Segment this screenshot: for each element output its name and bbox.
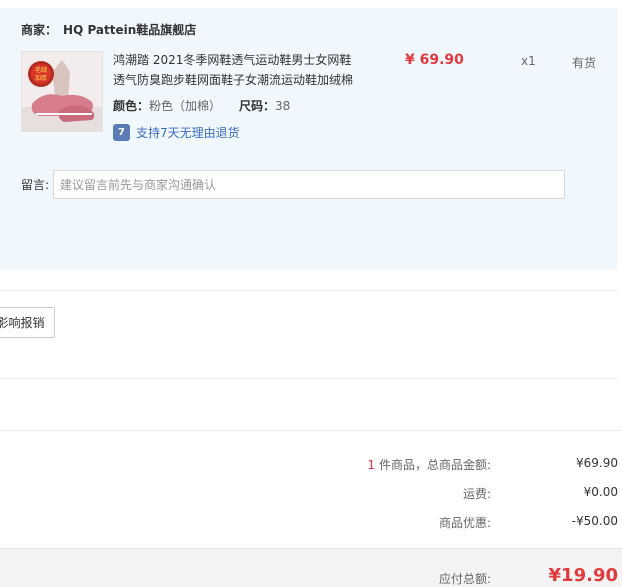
divider	[0, 430, 622, 431]
shop-label: 商家	[21, 23, 46, 37]
product-thumbnail[interactable]: 毛绒 加厚	[21, 51, 103, 132]
product-thumbnail-image: 毛绒 加厚	[22, 52, 102, 131]
total-label: 应付总额:	[438, 572, 491, 586]
thumbnail-badge-line2: 加厚	[35, 74, 47, 82]
product-specs: 颜色：粉色（加棉） 尺码：38	[113, 97, 290, 114]
items-total-value: ¥69.90	[576, 456, 618, 470]
return-policy[interactable]: 7 支持7天无理由退货	[113, 124, 240, 141]
shipping-label: 运费:	[462, 487, 491, 501]
shipping-value: ¥0.00	[583, 485, 618, 499]
message-input[interactable]	[53, 170, 565, 199]
total-bar: 应付总额: ¥19.90	[0, 548, 622, 587]
divider	[0, 290, 617, 291]
discount-value: -¥50.00	[571, 514, 618, 528]
divider	[0, 378, 617, 379]
size-value: 38	[275, 99, 291, 113]
items-count: 1	[367, 458, 376, 472]
stock-status: 有货	[572, 56, 597, 70]
discount-label: 商品优惠:	[438, 516, 491, 530]
total-value: ¥19.90	[548, 565, 618, 586]
summary-items-row: 1 件商品，总商品金额: ¥69.90	[0, 456, 622, 476]
color-value: 粉色（加棉）	[149, 99, 222, 113]
color-label: 颜色：	[113, 99, 150, 113]
shop-header: 商家： HQ Pattein鞋品旗舰店	[21, 21, 196, 38]
shop-label-colon: ：	[45, 23, 58, 37]
message-label: 留言:	[21, 178, 50, 192]
return-policy-text[interactable]: 支持7天无理由退货	[136, 124, 240, 141]
invoice-button[interactable]: 影响报销	[0, 307, 55, 338]
product-price: ¥ 69.90	[405, 52, 464, 68]
summary-shipping-row: 运费: ¥0.00	[0, 485, 622, 505]
size-label: 尺码：	[239, 99, 276, 113]
product-title-link[interactable]: 鸿潮踏 2021冬季网鞋透气运动鞋男士女网鞋透气防臭跑步鞋网面鞋子女潮流运动鞋加…	[113, 50, 363, 90]
summary-discount-row: 商品优惠: -¥50.00	[0, 514, 622, 534]
product-quantity: x1	[521, 54, 536, 68]
items-total-label: 1 件商品，总商品金额:	[368, 456, 492, 473]
shop-name-link[interactable]: HQ Pattein鞋品旗舰店	[63, 23, 196, 37]
thumbnail-badge-line1: 毛绒	[35, 66, 47, 74]
items-total-text: 件商品，总商品金额:	[375, 458, 491, 472]
seven-day-return-icon: 7	[113, 124, 130, 141]
shop-order-panel: 商家： HQ Pattein鞋品旗舰店 毛绒 加厚 鸿潮踏 2021冬季网鞋透气运…	[0, 8, 617, 270]
